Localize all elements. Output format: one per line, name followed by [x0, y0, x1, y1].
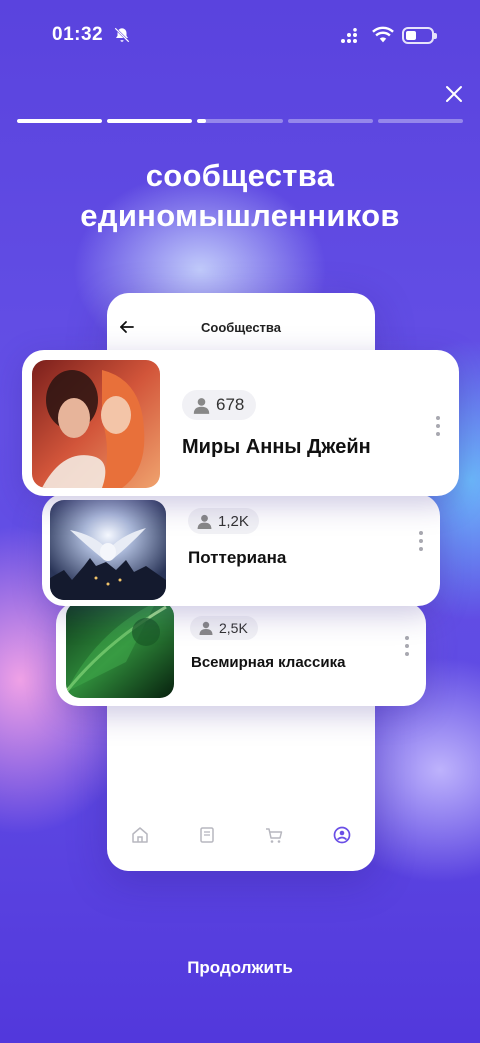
community-name: Миры Анны Джейн: [182, 436, 371, 458]
progress-segment: [287, 119, 373, 123]
status-time: 01:32: [52, 24, 104, 45]
close-icon[interactable]: [444, 84, 464, 104]
community-cover: [50, 500, 166, 600]
phone-tabbar: [107, 821, 375, 851]
back-arrow-icon[interactable]: [119, 319, 135, 335]
phone-title: Сообщества: [201, 320, 281, 335]
community-name: Всемирная классика: [191, 654, 346, 671]
more-options-icon[interactable]: [419, 531, 423, 551]
members-badge: 2,5K: [190, 616, 258, 640]
couple-cover-image: [32, 360, 160, 488]
wifi-icon: [372, 26, 394, 43]
progress-segment: [107, 119, 193, 123]
more-options-icon[interactable]: [436, 416, 440, 436]
more-options-icon[interactable]: [405, 636, 409, 656]
user-icon: [197, 514, 212, 529]
feather-cover-image: [66, 602, 174, 698]
headline-line-1: сообщества: [145, 158, 335, 193]
profile-icon[interactable]: [332, 825, 352, 845]
members-badge: 1,2K: [188, 508, 259, 534]
battery-icon: [402, 27, 437, 44]
community-card[interactable]: 678 Миры Анны Джейн: [22, 350, 459, 496]
community-card[interactable]: 2,5K Всемирная классика: [56, 602, 426, 706]
owl-castle-cover-image: [50, 500, 166, 600]
book-icon[interactable]: [197, 825, 217, 845]
user-icon: [199, 621, 213, 635]
community-name: Поттериана: [188, 548, 287, 567]
story-progress: [17, 119, 464, 124]
members-count: 678: [216, 395, 245, 414]
community-cover: [32, 360, 160, 488]
cart-icon[interactable]: [264, 825, 284, 845]
progress-segment: [17, 119, 103, 123]
bell-muted-icon: [114, 27, 130, 43]
members-count: 2,5K: [219, 620, 248, 636]
user-icon: [193, 397, 210, 414]
cellular-signal-icon: [341, 28, 357, 43]
progress-segment: [197, 119, 283, 123]
status-bar: 01:32: [0, 22, 480, 50]
headline-line-2: единомышленников: [80, 198, 400, 233]
continue-button[interactable]: Продолжить: [0, 958, 480, 978]
members-badge: 678: [182, 390, 257, 420]
phone-header: Сообщества: [107, 317, 375, 337]
community-card[interactable]: 1,2K Поттериана: [42, 494, 440, 606]
members-count: 1,2K: [218, 512, 249, 530]
community-cover: [66, 602, 174, 698]
home-icon[interactable]: [130, 825, 150, 845]
headline: сообщества единомышленников: [0, 156, 480, 236]
progress-segment: [377, 119, 464, 123]
